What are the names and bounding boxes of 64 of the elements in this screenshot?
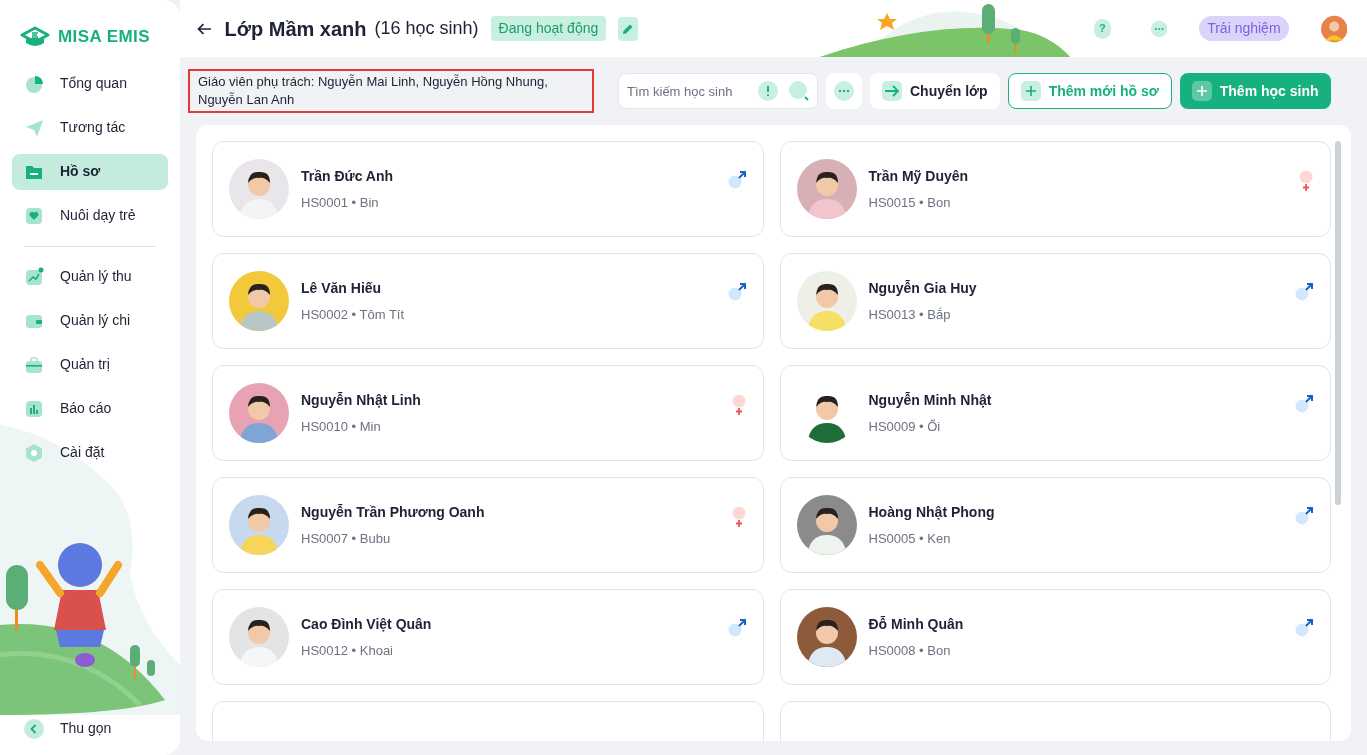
pie-icon	[24, 73, 44, 94]
student-card[interactable]: Nguyễn Minh Nhật HS0009 • Ổi	[779, 365, 1331, 461]
student-info: HS0005 • Ken	[868, 529, 952, 548]
pencil-icon	[622, 22, 635, 35]
chart-icon	[24, 266, 44, 287]
student-name: Nguyễn Nhật Linh	[301, 390, 422, 410]
sidebar-item[interactable]: Nuôi dạy trẻ	[12, 197, 168, 234]
student-info: HS0009 • Ổi	[868, 417, 942, 436]
student-name: Cao Đình Việt Quân	[301, 614, 433, 634]
student-info: HS0013 • Bắp	[868, 305, 952, 324]
class-title: Lớp Mầm xanh	[224, 16, 367, 42]
student-info: HS0007 • Bubu	[301, 529, 392, 548]
student-card[interactable]: Nguyễn Trần Phương Oanh HS0007 • Bubu	[212, 477, 764, 573]
sidebar-item[interactable]: Báo cáo	[12, 390, 168, 427]
plus-icon	[1020, 81, 1041, 101]
sidebar-item[interactable]: Quản lý thu	[12, 258, 168, 295]
student-name: Nguyễn Minh Nhật	[868, 390, 993, 410]
student-card[interactable]: Trần Mỹ Duyên HS0015 • Bon	[779, 141, 1331, 237]
chevron-left-icon[interactable]	[24, 718, 44, 739]
search-field[interactable]: Tìm kiếm học sinh	[618, 73, 818, 109]
arrow-right-icon	[882, 81, 902, 101]
student-info: HS0001 • Bin	[301, 193, 380, 212]
student-name: Lê Văn Hiếu	[301, 278, 383, 298]
send-icon	[24, 117, 44, 138]
sidebar-item[interactable]: Quản lý chi	[12, 302, 168, 339]
sidebar-item[interactable]: Tổng quan	[12, 65, 168, 102]
sidebar-item[interactable]: Hồ sơ	[12, 153, 168, 190]
student-card[interactable]: Nguyễn Nhật Linh HS0010 • Min	[212, 365, 764, 461]
student-card[interactable]: Đỗ Minh Quân HS0008 • Bon	[779, 589, 1331, 685]
student-card[interactable]: Nguyễn Gia Huy HS0013 • Bắp	[779, 253, 1331, 349]
student-name: Trần Mỹ Duyên	[868, 166, 970, 186]
bars-icon	[24, 398, 44, 419]
more-button[interactable]	[826, 73, 862, 109]
alert-icon	[758, 81, 778, 101]
student-name: Trần Đức Anh	[301, 166, 395, 186]
case-icon	[24, 354, 44, 375]
student-name: Hoàng Nhật Phong	[868, 502, 996, 522]
student-name: Nguyễn Gia Huy	[868, 278, 978, 298]
search-icon[interactable]	[788, 80, 810, 102]
sidebar-item[interactable]: Quản trị	[12, 346, 168, 383]
student-info: HS0010 • Min	[301, 417, 382, 436]
logo-icon	[20, 24, 50, 49]
sidebar-item[interactable]: Tương tác	[12, 109, 168, 146]
collapse-label[interactable]: Thu gọn	[60, 718, 112, 739]
student-card[interactable]: Trần Đức Anh HS0001 • Bin	[212, 141, 764, 237]
more-icon[interactable]	[1150, 18, 1168, 39]
edit-button[interactable]	[618, 16, 639, 41]
student-info: HS0002 • Tôm Tít	[301, 305, 406, 324]
plus-icon	[1191, 81, 1212, 101]
student-name: Đỗ Minh Quân	[868, 614, 965, 634]
student-count: (16 học sinh)	[374, 17, 479, 40]
scrollbar[interactable]	[1335, 141, 1341, 505]
student-name: Nguyễn Trần Phương Oanh	[301, 502, 486, 522]
more-icon	[834, 81, 854, 101]
student-card[interactable]: Cao Đình Việt Quân HS0012 • Khoai	[212, 589, 764, 685]
brand-name: MISA EMIS	[58, 26, 150, 48]
student-card[interactable]: Lê Văn Hiếu HS0002 • Tôm Tít	[212, 253, 764, 349]
move-class-button[interactable]: Chuyển lớp	[870, 73, 1000, 109]
status-tag: Đang hoạt động	[490, 16, 607, 41]
teachers-text: Giáo viên phụ trách: Nguyễn Mai Linh, Nguyễn Hồng Nhung, Nguyễn Lan Anh	[188, 69, 594, 113]
student-info: HS0008 • Bon	[868, 641, 952, 660]
student-info: HS0015 • Bon	[868, 193, 952, 212]
student-card[interactable]: Hoàng Nhật Phong HS0005 • Ken	[779, 477, 1331, 573]
student-info: HS0012 • Khoai	[301, 641, 394, 660]
